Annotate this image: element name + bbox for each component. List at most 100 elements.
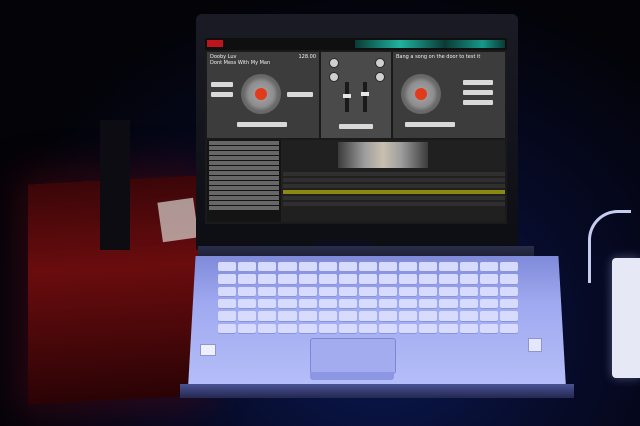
deck-button bbox=[405, 122, 455, 127]
track-row bbox=[283, 184, 505, 188]
keyboard-key bbox=[318, 262, 337, 273]
keyboard-key bbox=[338, 298, 357, 310]
keyboard-key bbox=[399, 262, 418, 273]
keyboard-key bbox=[379, 311, 398, 322]
keyboard-key bbox=[298, 262, 317, 273]
deck-button bbox=[463, 90, 493, 95]
keyboard-key bbox=[459, 274, 478, 285]
platter-center-icon bbox=[415, 88, 427, 100]
keyboard-key bbox=[218, 274, 237, 285]
touchpad bbox=[310, 338, 396, 374]
track-row-selected bbox=[283, 190, 505, 194]
keyboard-key bbox=[358, 274, 378, 285]
keyboard-key bbox=[439, 286, 458, 297]
keyboard-key bbox=[318, 274, 337, 285]
keyboard-key bbox=[358, 262, 378, 273]
keyboard-key bbox=[358, 311, 378, 322]
keyboard-key bbox=[419, 286, 438, 297]
keyboard-key bbox=[479, 286, 498, 297]
keyboard-key bbox=[258, 274, 277, 285]
keyboard-key bbox=[218, 311, 237, 322]
keyboard-key bbox=[258, 323, 277, 334]
touchpad-buttons bbox=[310, 372, 394, 380]
keyboard-key bbox=[338, 274, 357, 285]
keyboard bbox=[218, 262, 518, 334]
keyboard-key bbox=[379, 262, 398, 273]
keyboard-key bbox=[419, 298, 438, 310]
keyboard-key bbox=[479, 298, 498, 310]
keyboard-key bbox=[298, 311, 317, 322]
keyboard-key bbox=[238, 311, 257, 322]
keyboard-key bbox=[499, 298, 518, 310]
keyboard-key bbox=[439, 298, 458, 310]
channel-fader bbox=[361, 82, 369, 112]
keyboard-key bbox=[399, 323, 418, 334]
track-row bbox=[283, 196, 505, 200]
keyboard-key bbox=[238, 274, 257, 285]
software-logo bbox=[207, 40, 223, 47]
keyboard-key bbox=[499, 311, 518, 322]
vista-sticker bbox=[528, 338, 542, 352]
video-preview bbox=[338, 142, 428, 168]
keyboard-key bbox=[419, 323, 438, 334]
keyboard-key bbox=[278, 311, 297, 322]
sticker bbox=[157, 197, 199, 243]
deck-button bbox=[463, 80, 493, 85]
platter-center-icon bbox=[255, 88, 267, 100]
keyboard-key bbox=[318, 323, 337, 334]
keyboard-key bbox=[278, 323, 297, 334]
crossfader bbox=[339, 124, 373, 129]
keyboard-key bbox=[399, 311, 418, 322]
keyboard-key bbox=[499, 323, 518, 334]
keyboard-key bbox=[218, 262, 237, 273]
keyboard-key bbox=[479, 311, 498, 322]
keyboard-key bbox=[238, 286, 257, 297]
keyboard-key bbox=[379, 323, 398, 334]
keyboard-key bbox=[238, 323, 257, 334]
knob bbox=[375, 72, 385, 82]
track-list bbox=[283, 140, 505, 222]
power-strip bbox=[612, 258, 640, 378]
folder-tree bbox=[207, 140, 281, 222]
keyboard-key bbox=[338, 262, 357, 273]
keyboard-key bbox=[479, 323, 498, 334]
deck-button bbox=[463, 100, 493, 105]
keyboard-key bbox=[459, 311, 478, 322]
keyboard-key bbox=[258, 311, 277, 322]
keyboard-key bbox=[479, 274, 498, 285]
keyboard-key bbox=[439, 323, 458, 334]
keyboard-key bbox=[278, 298, 297, 310]
laptop-front-edge bbox=[180, 384, 574, 398]
keyboard-key bbox=[358, 286, 378, 297]
keyboard-key bbox=[278, 286, 297, 297]
software-topbar bbox=[205, 38, 507, 50]
keyboard-key bbox=[419, 311, 438, 322]
keyboard-key bbox=[459, 262, 478, 273]
keyboard-key bbox=[499, 286, 518, 297]
deck-button bbox=[237, 122, 287, 127]
keyboard-key bbox=[218, 286, 237, 297]
keyboard-key bbox=[218, 323, 237, 334]
waveform bbox=[355, 40, 505, 48]
keyboard-key bbox=[439, 311, 458, 322]
keyboard-key bbox=[459, 298, 478, 310]
keyboard-key bbox=[379, 298, 398, 310]
mixer bbox=[321, 52, 391, 138]
laptop-screen: Dooby Luv Dont Mess With My Man 128.00 Ba… bbox=[205, 38, 507, 224]
keyboard-key bbox=[439, 274, 458, 285]
track-row bbox=[283, 172, 505, 176]
deck-left-title: Dooby Luv Dont Mess With My Man bbox=[210, 54, 271, 66]
dark-post bbox=[100, 120, 130, 250]
turntable-platter bbox=[241, 74, 281, 114]
keyboard-key bbox=[298, 298, 317, 310]
keyboard-key bbox=[419, 262, 438, 273]
keyboard-key bbox=[318, 286, 337, 297]
keyboard-key bbox=[499, 274, 518, 285]
keyboard-key bbox=[338, 323, 357, 334]
deck-right: Bang a song on the door to test it bbox=[393, 52, 505, 138]
keyboard-key bbox=[459, 323, 478, 334]
keyboard-key bbox=[419, 274, 438, 285]
keyboard-key bbox=[258, 286, 277, 297]
keyboard-key bbox=[439, 262, 458, 273]
keyboard-key bbox=[298, 286, 317, 297]
